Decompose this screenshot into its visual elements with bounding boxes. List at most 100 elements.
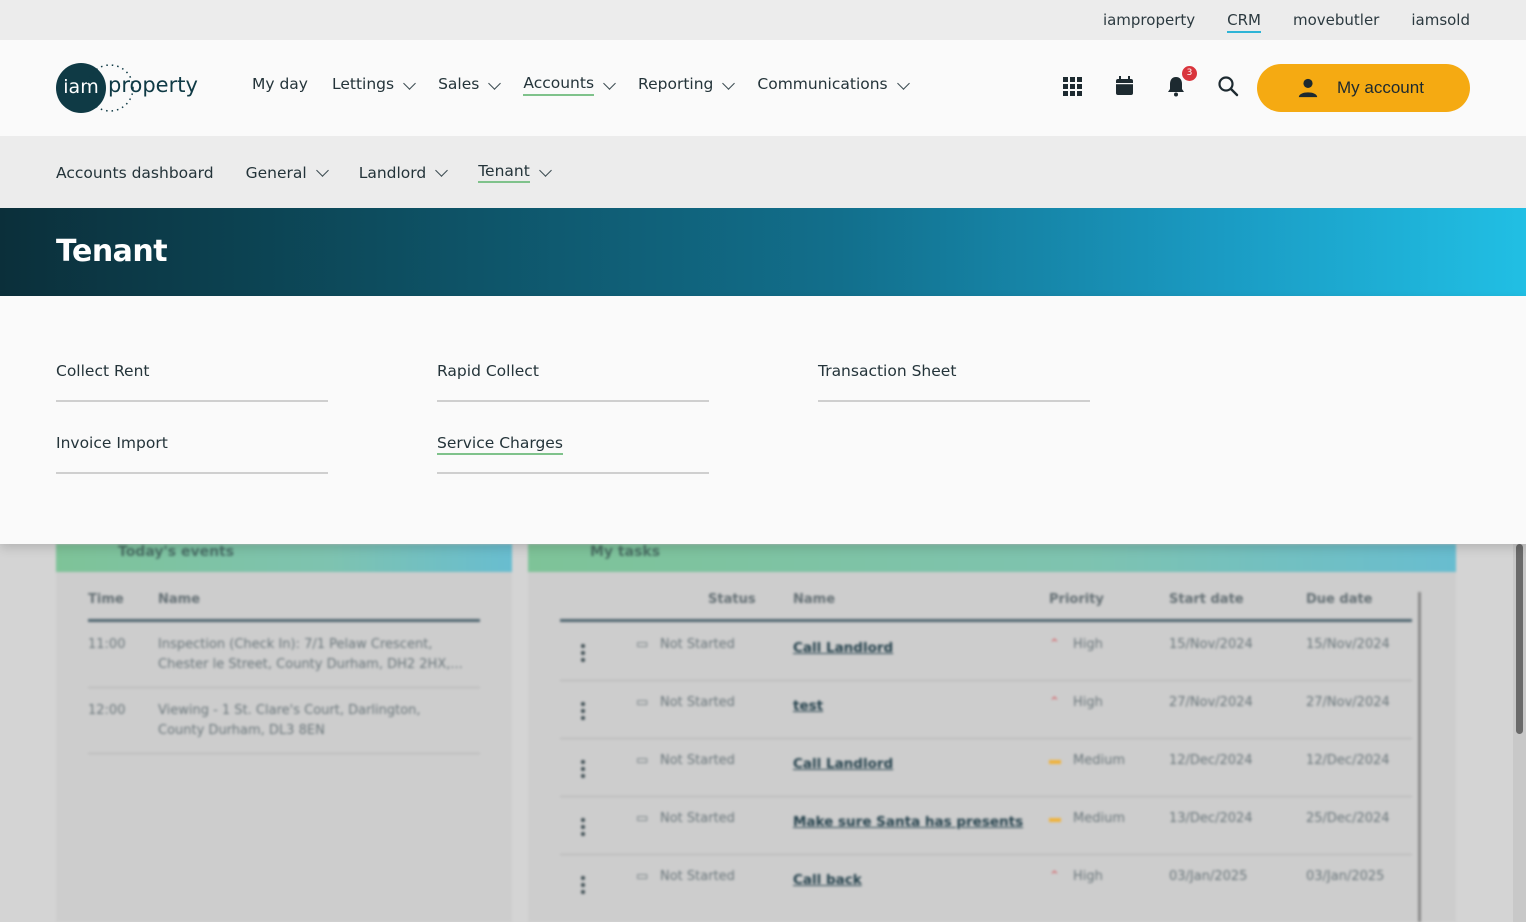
top-utility-bar: iamproperty CRM movebutler iamsold	[0, 0, 1526, 40]
menu-link-label: Transaction Sheet	[818, 362, 957, 380]
chevron-down-icon	[403, 76, 416, 90]
nav-item-my-day[interactable]: My day	[252, 74, 308, 96]
row-actions-kebab-icon[interactable]	[581, 818, 585, 836]
menu-link-label: Invoice Import	[56, 434, 168, 452]
task-priority: Medium	[1073, 811, 1125, 826]
menu-link-invoice-import[interactable]: Invoice Import	[56, 434, 328, 474]
task-name-link[interactable]: test	[793, 698, 823, 714]
row-actions-kebab-icon[interactable]	[581, 702, 585, 720]
nav-item-reporting[interactable]: Reporting	[638, 74, 736, 96]
menu-link-collect-rent[interactable]: Collect Rent	[56, 362, 328, 402]
row-actions-kebab-icon[interactable]	[581, 760, 585, 778]
column-header-name: Name	[793, 592, 836, 607]
column-header-start-date: Start date	[1169, 592, 1244, 607]
logo-wordmark: property	[108, 73, 198, 97]
chevron-down-icon	[315, 164, 329, 177]
sub-nav-links: Accounts dashboard General Landlord Tena…	[56, 162, 582, 183]
my-account-button[interactable]: My account	[1257, 64, 1470, 112]
task-status: Not Started	[660, 869, 735, 884]
task-start-date: 27/Nov/2024	[1169, 695, 1253, 710]
task-name-link[interactable]: Call Landlord	[793, 640, 893, 656]
apps-grid-icon[interactable]	[1060, 74, 1084, 98]
task-start-date: 03/Jan/2025	[1169, 869, 1248, 884]
nav-item-communications[interactable]: Communications	[757, 74, 910, 96]
notification-count-badge: 3	[1182, 66, 1197, 81]
task-priority: High	[1073, 695, 1103, 710]
subnav-item-accounts-dashboard[interactable]: Accounts dashboard	[56, 162, 214, 183]
notification-bell-icon[interactable]: 3	[1164, 66, 1197, 98]
menu-link-service-charges[interactable]: Service Charges	[437, 434, 709, 474]
high-priority-icon: ⌃	[1049, 695, 1060, 710]
column-header-time: Time	[88, 592, 124, 607]
search-icon[interactable]	[1216, 74, 1240, 98]
row-divider	[88, 753, 480, 754]
event-name-line: County Durham, DL3 8EN	[158, 723, 325, 738]
task-name-link[interactable]: Call Landlord	[793, 756, 893, 772]
row-divider	[560, 738, 1412, 739]
card-title: Today's events	[118, 544, 235, 560]
chevron-down-icon	[896, 76, 910, 90]
menu-link-label: Service Charges	[437, 434, 563, 455]
subnav-item-general[interactable]: General	[245, 162, 329, 183]
nav-label: Accounts	[523, 74, 595, 96]
scrollbar-thumb[interactable]	[1516, 544, 1523, 734]
header-divider	[88, 619, 480, 622]
chevron-down-icon	[435, 164, 449, 177]
subnav-label: Accounts dashboard	[56, 163, 214, 182]
task-due-date: 25/Dec/2024	[1306, 811, 1390, 826]
nav-item-accounts[interactable]: Accounts	[523, 74, 616, 96]
subnav-label: Tenant	[478, 162, 530, 183]
nav-label: Lettings	[331, 75, 395, 93]
row-actions-kebab-icon[interactable]	[581, 644, 585, 662]
nav-item-sales[interactable]: Sales	[438, 74, 502, 96]
column-header-priority: Priority	[1049, 592, 1104, 607]
event-name-line[interactable]: Inspection (Check In): 7/1 Pelaw Crescen…	[158, 637, 432, 652]
table-scrollbar[interactable]	[1418, 592, 1421, 922]
event-name-line[interactable]: Viewing - 1 St. Clare's Court, Darlingto…	[158, 703, 421, 718]
task-due-date: 03/Jan/2025	[1306, 869, 1385, 884]
nav-item-lettings[interactable]: Lettings	[331, 74, 416, 96]
page-scrollbar[interactable]	[1513, 544, 1526, 922]
event-time: 11:00	[88, 637, 126, 652]
my-tasks-card: My tasks Status Name Priority Start date…	[528, 544, 1456, 922]
menu-link-transaction-sheet[interactable]: Transaction Sheet	[818, 362, 1090, 402]
brand-link-movebutler[interactable]: movebutler	[1293, 7, 1379, 33]
column-header-name: Name	[158, 592, 201, 607]
high-priority-icon: ⌃	[1049, 637, 1060, 652]
task-start-date: 15/Nov/2024	[1169, 637, 1253, 652]
comment-icon: ▭	[636, 753, 649, 768]
task-due-date: 27/Nov/2024	[1306, 695, 1390, 710]
row-actions-kebab-icon[interactable]	[581, 876, 585, 894]
user-icon	[1298, 78, 1318, 98]
task-name-link[interactable]: Make sure Santa has presents	[793, 814, 1023, 830]
task-start-date: 13/Dec/2024	[1169, 811, 1253, 826]
task-status: Not Started	[660, 637, 735, 652]
iamproperty-logo[interactable]: iam property	[56, 63, 201, 113]
task-due-date: 12/Dec/2024	[1306, 753, 1390, 768]
chevron-down-icon	[538, 164, 552, 177]
brand-switcher: iamproperty CRM movebutler iamsold	[1103, 0, 1470, 40]
chevron-down-icon	[488, 76, 502, 90]
section-banner: Tenant	[0, 208, 1526, 296]
row-divider	[560, 854, 1412, 855]
card-header: My tasks	[528, 544, 1456, 572]
subnav-label: General	[245, 163, 307, 182]
column-header-status: Status	[708, 592, 756, 607]
high-priority-icon: ⌃	[1049, 869, 1060, 884]
nav-label: Communications	[757, 75, 888, 93]
my-account-label: My account	[1337, 78, 1424, 97]
brand-link-iamsold[interactable]: iamsold	[1411, 7, 1470, 33]
menu-link-rapid-collect[interactable]: Rapid Collect	[437, 362, 709, 402]
task-priority: High	[1073, 637, 1103, 652]
row-divider	[560, 680, 1412, 681]
subnav-item-landlord[interactable]: Landlord	[359, 162, 449, 183]
calendar-icon[interactable]	[1112, 74, 1136, 98]
menu-link-label: Collect Rent	[56, 362, 150, 380]
card-header: Today's events	[56, 544, 512, 572]
brand-link-crm[interactable]: CRM	[1227, 7, 1261, 33]
task-priority: High	[1073, 869, 1103, 884]
task-start-date: 12/Dec/2024	[1169, 753, 1253, 768]
task-name-link[interactable]: Call back	[793, 872, 862, 888]
subnav-item-tenant[interactable]: Tenant	[478, 162, 552, 183]
brand-link-iamproperty[interactable]: iamproperty	[1103, 7, 1195, 33]
